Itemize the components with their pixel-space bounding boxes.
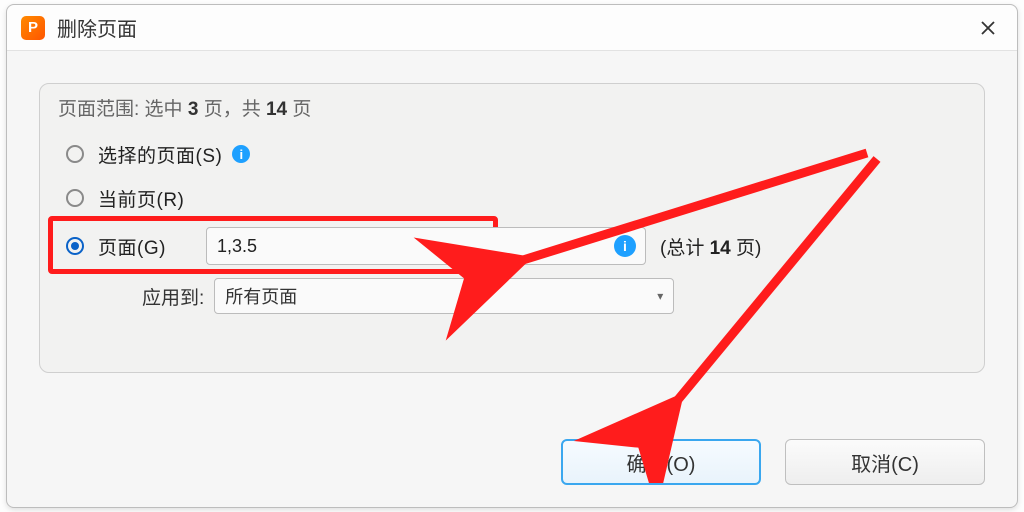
dialog-window: P 删除页面 页面范围: 选中 3 页，共 14 页 选择的页面(S) i 当前… [6,4,1018,508]
apply-to-select[interactable]: 所有页面 ▾ [214,278,674,314]
radio-icon[interactable] [66,145,84,163]
cancel-button[interactable]: 取消(C) [785,439,985,485]
info-icon[interactable]: i [232,145,250,163]
page-range-input[interactable] [206,227,646,265]
option-label: 当前页(R) [98,185,184,212]
option-label: 页面(G) [98,233,178,260]
ok-button[interactable]: 确定(O) [561,439,761,485]
apply-to-label: 应用到: [142,283,204,310]
radio-icon[interactable] [66,237,84,255]
option-selected-pages[interactable]: 选择的页面(S) i [66,134,958,174]
radio-icon[interactable] [66,189,84,207]
close-icon [980,20,996,36]
dialog-title: 删除页面 [57,13,137,42]
option-current-page[interactable]: 当前页(R) [66,184,958,212]
chevron-down-icon: ▾ [657,289,663,303]
info-icon[interactable]: i [614,235,636,257]
total-pages-label: (总计 14 页) [660,233,761,260]
close-button[interactable] [973,13,1003,43]
option-page-range[interactable]: 页面(G) i (总计 14 页) [66,226,958,266]
group-legend: 页面范围: 选中 3 页，共 14 页 [58,94,311,121]
option-label: 选择的页面(S) [98,141,222,168]
page-range-group: 页面范围: 选中 3 页，共 14 页 选择的页面(S) i 当前页(R) 页面… [39,83,985,373]
dialog-footer: 确定(O) 取消(C) [561,439,985,485]
dialog-body: 页面范围: 选中 3 页，共 14 页 选择的页面(S) i 当前页(R) 页面… [7,53,1017,507]
titlebar: P 删除页面 [7,5,1017,51]
app-logo-icon: P [21,16,45,40]
select-value: 所有页面 [225,283,297,309]
apply-to-row: 应用到: 所有页面 ▾ [66,276,958,316]
